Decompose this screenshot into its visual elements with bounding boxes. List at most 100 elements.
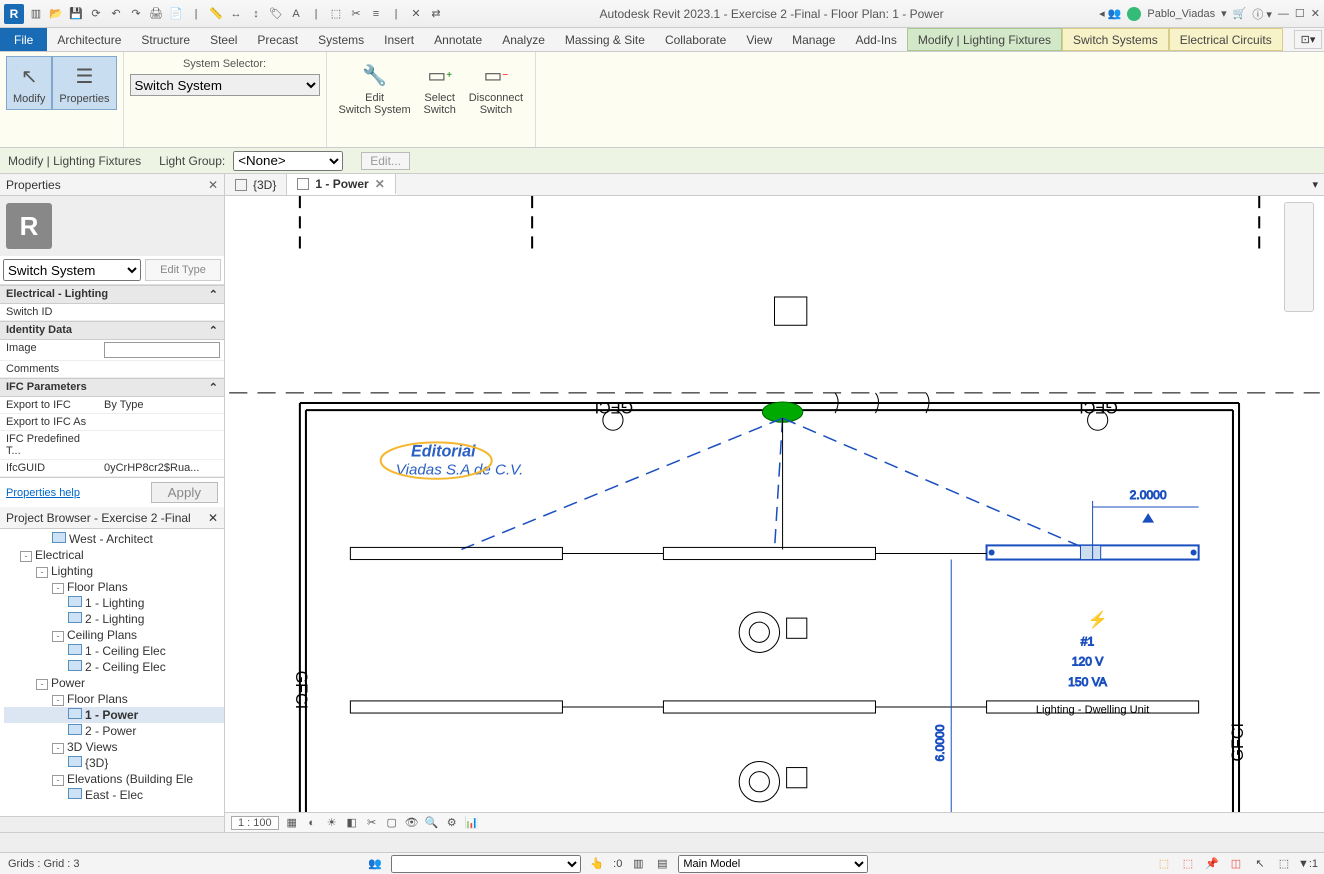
prop-group[interactable]: IFC Parameters⌃: [0, 378, 224, 397]
prop-value[interactable]: By Type: [100, 397, 224, 413]
tree-node[interactable]: East - Elec: [4, 787, 224, 803]
tab-modify-lighting[interactable]: Modify | Lighting Fixtures: [907, 28, 1062, 51]
tab-electrical-circuits[interactable]: Electrical Circuits: [1169, 28, 1283, 51]
qat-section-icon[interactable]: ✂: [348, 6, 364, 22]
qat-redo-icon[interactable]: ↷: [128, 6, 144, 22]
prop-value[interactable]: [100, 340, 224, 360]
tab-structure[interactable]: Structure: [131, 28, 200, 51]
qat-close-icon[interactable]: ✕: [408, 6, 424, 22]
drag-icon[interactable]: ↖: [1252, 856, 1268, 872]
tree-expander-icon[interactable]: -: [52, 631, 64, 642]
qat-undo-icon[interactable]: ↶: [108, 6, 124, 22]
lightgroup-edit-button[interactable]: Edit...: [361, 152, 410, 170]
edit-switch-system-button[interactable]: 🔧 Edit Switch System: [333, 56, 417, 120]
design-options-icon[interactable]: ▤: [654, 856, 670, 872]
project-browser-close-icon[interactable]: ✕: [208, 511, 218, 525]
tab-switch-systems[interactable]: Switch Systems: [1062, 28, 1169, 51]
ribbon-overflow-icon[interactable]: ⊡▾: [1294, 30, 1322, 49]
view-tab-power[interactable]: 1 - Power ✕: [287, 174, 395, 195]
modify-button[interactable]: ↖ Modify: [6, 56, 52, 110]
reveal-icon[interactable]: 🔍: [425, 816, 439, 830]
prop-value[interactable]: [100, 431, 224, 459]
search-icon[interactable]: ◂ 👥: [1099, 7, 1121, 20]
filter-icon[interactable]: ▼:1: [1300, 856, 1316, 872]
user-name[interactable]: Pablo_Viadas: [1147, 8, 1215, 20]
select-face-icon[interactable]: ◫: [1228, 856, 1244, 872]
tree-node[interactable]: 1 - Ceiling Elec: [4, 643, 224, 659]
prop-group[interactable]: Identity Data⌃: [0, 321, 224, 340]
analytical-icon[interactable]: 📊: [465, 816, 479, 830]
detail-level-icon[interactable]: ▦: [285, 816, 299, 830]
qat-tag-icon[interactable]: 🏷: [268, 6, 284, 22]
qat-save-icon[interactable]: 💾: [68, 6, 84, 22]
prop-group[interactable]: Electrical - Lighting⌃: [0, 285, 224, 304]
qat-sync-icon[interactable]: ⟳: [88, 6, 104, 22]
tree-node[interactable]: 1 - Power: [4, 707, 224, 723]
qat-align-icon[interactable]: ↔: [228, 6, 244, 22]
tree-node[interactable]: 2 - Lighting: [4, 611, 224, 627]
tree-node[interactable]: -Elevations (Building Ele: [4, 771, 224, 787]
view-tab-3d[interactable]: {3D}: [225, 174, 287, 195]
tree-node[interactable]: -Power: [4, 675, 224, 691]
tab-manage[interactable]: Manage: [782, 28, 845, 51]
qat-pdf-icon[interactable]: 📄: [168, 6, 184, 22]
lightgroup-dropdown[interactable]: <None>: [233, 151, 343, 171]
hide-icon[interactable]: 👁: [405, 816, 419, 830]
prop-value[interactable]: [100, 361, 224, 377]
tree-node[interactable]: -Ceiling Plans: [4, 627, 224, 643]
system-selector-dropdown[interactable]: Switch System: [130, 74, 320, 96]
qat-text-icon[interactable]: A: [288, 6, 304, 22]
tree-node[interactable]: {3D}: [4, 755, 224, 771]
qat-switch-icon[interactable]: ⇄: [428, 6, 444, 22]
tab-precast[interactable]: Precast: [247, 28, 308, 51]
tree-expander-icon[interactable]: -: [20, 551, 32, 562]
prop-value[interactable]: 0yCrHP8cr2$Rua...: [100, 460, 224, 476]
prop-value[interactable]: [100, 304, 224, 320]
tree-node[interactable]: -Lighting: [4, 563, 224, 579]
qat-print-icon[interactable]: 🖨: [148, 6, 164, 22]
tab-architecture[interactable]: Architecture: [47, 28, 131, 51]
qat-thin-icon[interactable]: ≡: [368, 6, 384, 22]
maximize-button[interactable]: ☐: [1295, 7, 1305, 20]
qat-dim-icon[interactable]: ↕: [248, 6, 264, 22]
select-links-icon[interactable]: ⬚: [1156, 856, 1172, 872]
user-dropdown-icon[interactable]: ▾: [1221, 7, 1227, 20]
worksets-icon[interactable]: 👥: [367, 856, 383, 872]
tree-node[interactable]: -Floor Plans: [4, 691, 224, 707]
tab-addins[interactable]: Add-Ins: [845, 28, 906, 51]
tree-node[interactable]: -Electrical: [4, 547, 224, 563]
minimize-button[interactable]: —: [1278, 8, 1289, 20]
tree-node[interactable]: West - Architect: [4, 531, 224, 547]
disconnect-switch-button[interactable]: ▭− Disconnect Switch: [463, 56, 529, 120]
canvas-scrollbar[interactable]: [0, 832, 1324, 852]
user-avatar-icon[interactable]: [1127, 7, 1141, 21]
selection-count-icon[interactable]: 👆: [589, 856, 605, 872]
workset-dropdown[interactable]: [391, 855, 581, 873]
crop-icon[interactable]: ✂: [365, 816, 379, 830]
editable-icon[interactable]: ▥: [630, 856, 646, 872]
tree-node[interactable]: 1 - Lighting: [4, 595, 224, 611]
tab-systems[interactable]: Systems: [308, 28, 374, 51]
properties-button[interactable]: ☰ Properties: [52, 56, 116, 110]
navigation-bar[interactable]: [1284, 202, 1314, 312]
tab-annotate[interactable]: Annotate: [424, 28, 492, 51]
help-icon[interactable]: ⓘ ▾: [1252, 6, 1272, 22]
tab-analyze[interactable]: Analyze: [492, 28, 555, 51]
tab-massing[interactable]: Massing & Site: [555, 28, 655, 51]
view-scale[interactable]: 1 : 100: [231, 816, 279, 830]
type-selector-dropdown[interactable]: Switch System: [3, 259, 141, 281]
tab-collaborate[interactable]: Collaborate: [655, 28, 736, 51]
select-underlay-icon[interactable]: ⬚: [1180, 856, 1196, 872]
select-switch-button[interactable]: ▭+ Select Switch: [417, 56, 463, 120]
tree-expander-icon[interactable]: -: [52, 695, 64, 706]
shadows-icon[interactable]: ◧: [345, 816, 359, 830]
visual-style-icon[interactable]: ◐: [305, 816, 319, 830]
tree-expander-icon[interactable]: -: [36, 679, 48, 690]
tab-steel[interactable]: Steel: [200, 28, 247, 51]
apply-button[interactable]: Apply: [151, 482, 218, 503]
view-tab-close-icon[interactable]: ✕: [375, 177, 385, 191]
qat-3d-icon[interactable]: ⬚: [328, 6, 344, 22]
left-scrollbar[interactable]: [0, 816, 224, 832]
drawing-canvas[interactable]: GFCI GFCI GFCI GFCI: [225, 196, 1324, 812]
properties-close-icon[interactable]: ✕: [208, 178, 218, 192]
